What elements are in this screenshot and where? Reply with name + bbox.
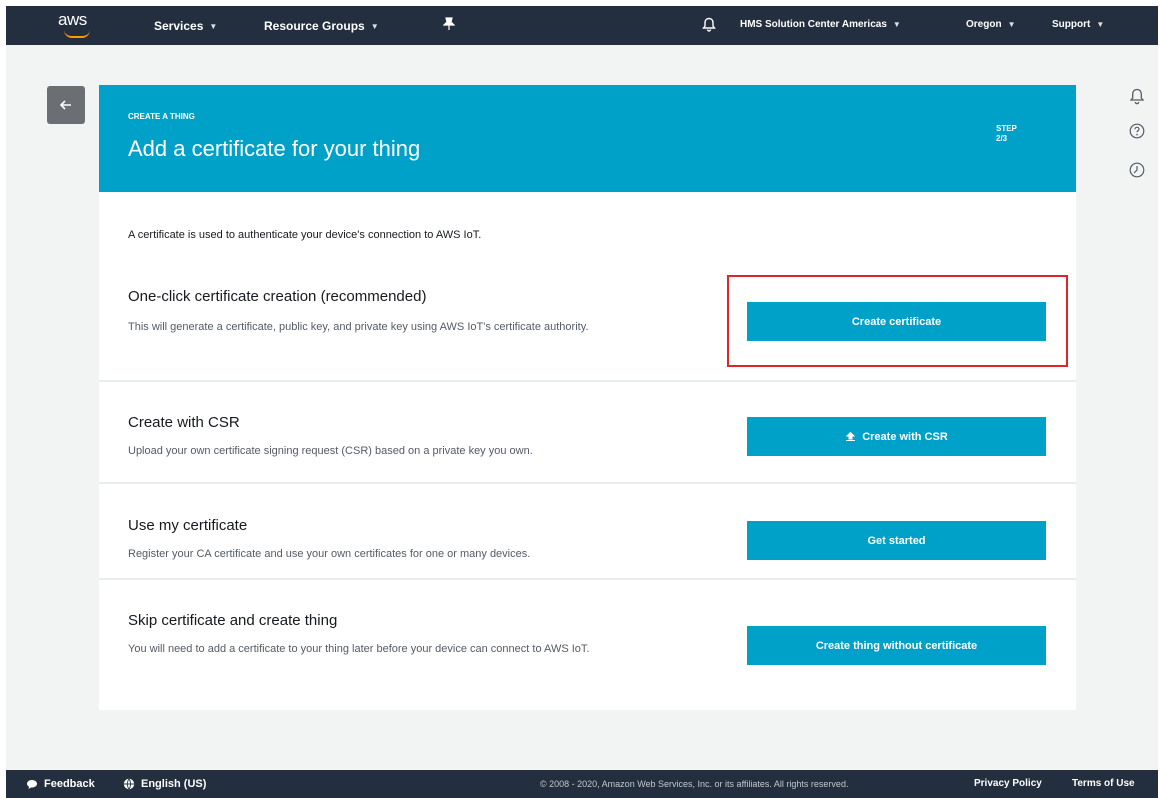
language-selector[interactable]: English (US)	[123, 778, 206, 790]
divider	[99, 482, 1076, 484]
create-thing-card: CREATE A THING Add a certificate for you…	[99, 85, 1076, 710]
globe-icon	[123, 778, 135, 790]
option-description: Upload your own certificate signing requ…	[128, 445, 533, 457]
option-title: Create with CSR	[128, 414, 240, 431]
card-header: CREATE A THING Add a certificate for you…	[99, 85, 1076, 192]
notifications-icon[interactable]	[1127, 86, 1147, 106]
account-label: HMS Solution Center Americas	[740, 19, 887, 30]
language-label: English (US)	[141, 778, 207, 790]
feedback-label: Feedback	[44, 778, 95, 790]
privacy-label: Privacy Policy	[974, 778, 1042, 789]
services-menu[interactable]: Services ▼	[154, 19, 217, 33]
option-description: You will need to add a certificate to yo…	[128, 643, 590, 655]
terms-label: Terms of Use	[1072, 778, 1135, 789]
clock-icon[interactable]	[1127, 160, 1147, 180]
chevron-down-icon: ▼	[1096, 20, 1105, 29]
logo-smile	[64, 30, 90, 38]
chevron-down-icon: ▼	[370, 21, 379, 31]
resource-groups-menu[interactable]: Resource Groups ▼	[264, 19, 379, 33]
account-menu[interactable]: HMS Solution Center Americas ▼	[740, 19, 901, 30]
terms-of-use-link[interactable]: Terms of Use	[1072, 778, 1135, 789]
option-title: Skip certificate and create thing	[128, 612, 338, 629]
divider	[99, 578, 1076, 580]
copyright-text: © 2008 - 2020, Amazon Web Services, Inc.…	[540, 779, 849, 789]
top-navbar: aws Services ▼ Resource Groups ▼ HMS Sol…	[6, 6, 1158, 45]
help-icon[interactable]	[1127, 121, 1147, 141]
create-with-csr-button[interactable]: Create with CSR	[747, 417, 1046, 456]
region-menu[interactable]: Oregon ▼	[966, 19, 1015, 30]
button-label: Create thing without certificate	[815, 639, 978, 652]
step-label: STEP	[996, 124, 1017, 133]
step-indicator: STEP 2/3	[996, 124, 1017, 144]
upload-icon	[845, 431, 856, 441]
logo-text: aws	[58, 10, 87, 29]
divider	[99, 380, 1076, 382]
services-label: Services	[154, 19, 204, 33]
chevron-down-icon: ▼	[209, 21, 218, 31]
option-description: This will generate a certificate, public…	[128, 321, 589, 333]
region-label: Oregon	[966, 19, 1002, 30]
option-title: One-click certificate creation (recommen…	[128, 288, 427, 305]
back-arrow-icon	[60, 100, 71, 110]
bell-icon[interactable]	[702, 17, 716, 32]
eyebrow-label: CREATE A THING	[128, 112, 195, 121]
chevron-down-icon: ▼	[1007, 20, 1016, 29]
support-menu[interactable]: Support ▼	[1052, 19, 1104, 30]
step-value: 2/3	[996, 134, 1008, 143]
feedback-link[interactable]: Feedback	[26, 778, 95, 790]
support-label: Support	[1052, 19, 1091, 30]
pin-icon[interactable]	[443, 17, 455, 31]
privacy-policy-link[interactable]: Privacy Policy	[974, 778, 1042, 789]
chevron-down-icon: ▼	[892, 20, 901, 29]
footer-bar: Feedback English (US) © 2008 - 2020, Ama…	[6, 770, 1158, 798]
page-title: Add a certificate for your thing	[128, 136, 421, 161]
highlight-box	[727, 275, 1068, 367]
back-button[interactable]	[47, 86, 85, 124]
resource-groups-label: Resource Groups	[264, 19, 365, 33]
get-started-button[interactable]: Get started	[747, 521, 1046, 560]
create-thing-without-certificate-button[interactable]: Create thing without certificate	[747, 626, 1046, 665]
speech-bubble-icon	[27, 779, 37, 789]
intro-text: A certificate is used to authenticate yo…	[128, 229, 482, 241]
option-title: Use my certificate	[128, 517, 248, 534]
aws-logo[interactable]: aws	[58, 10, 102, 40]
button-label: Get started	[867, 534, 926, 547]
option-description: Register your CA certificate and use you…	[128, 548, 531, 560]
button-label: Create with CSR	[862, 430, 948, 443]
